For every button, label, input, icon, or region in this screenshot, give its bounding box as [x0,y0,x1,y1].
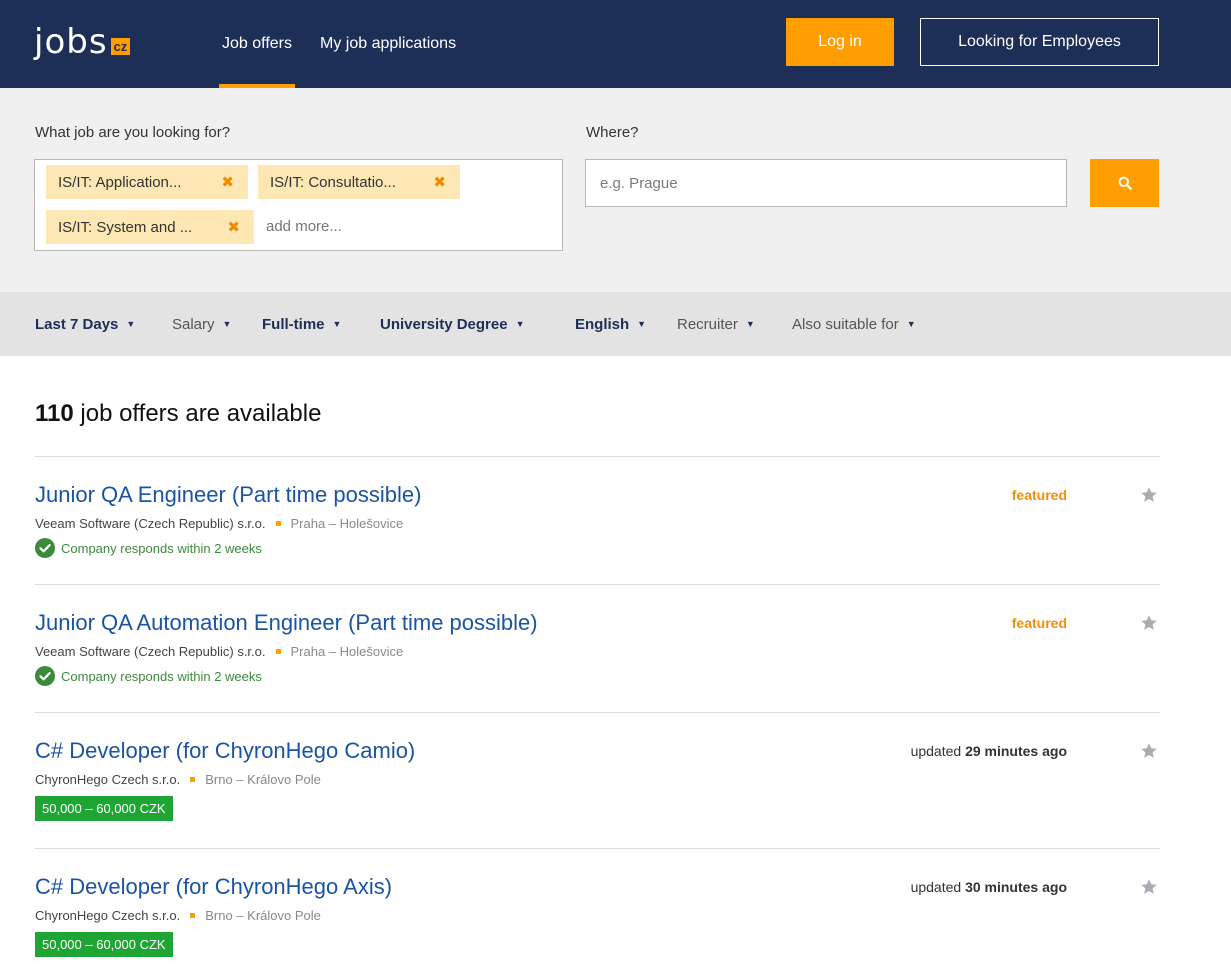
filter-full-time[interactable]: Full-time ▼ [262,292,341,356]
add-more-input[interactable]: add more... [266,218,342,235]
salary-badge: 50,000 – 60,000 CZK [35,796,173,821]
job-listing: C# Developer (for ChyronHego Axis) Chyro… [35,874,1160,974]
caret-down-icon: ▼ [515,319,525,329]
search-icon [1118,176,1132,190]
looking-for-employees-button[interactable]: Looking for Employees [920,18,1159,66]
separator-square-icon [190,913,196,918]
filter-label: Last 7 Days [35,315,119,333]
filter-label: University Degree [380,315,508,333]
job-listing: Junior QA Automation Engineer (Part time… [35,610,1160,710]
separator-square-icon [275,649,281,654]
job-location: Brno – Královo Pole [205,908,321,923]
category-tag-label: IS/IT: System and ... [58,218,193,236]
updated-time: updated 30 minutes ago [911,879,1067,895]
login-button[interactable]: Log in [786,18,894,66]
filter-salary[interactable]: Salary ▼ [172,292,231,356]
top-navigation-bar: jobs cz Job offers My job applications L… [0,0,1231,88]
job-meta: Veeam Software (Czech Republic) s.r.o. P… [35,644,403,659]
job-title-link[interactable]: Junior QA Engineer (Part time possible) [35,482,421,508]
job-location: Praha – Holešovice [290,516,404,531]
search-button[interactable] [1090,159,1159,207]
filter-bar: Last 7 Days ▼ Salary ▼ Full-time ▼ Universi… [0,292,1231,356]
filter-label: Recruiter [677,315,738,333]
filter-also-suitable-for[interactable]: Also suitable for ▼ [792,292,916,356]
nav-job-offers[interactable]: Job offers [219,0,295,88]
caret-down-icon: ▼ [637,319,647,329]
job-meta: ChyronHego Czech s.r.o. Brno – Královo P… [35,772,321,787]
nav-my-job-applications[interactable]: My job applications [320,0,456,88]
job-title-link[interactable]: C# Developer (for ChyronHego Axis) [35,874,392,900]
updated-time: updated 29 minutes ago [911,743,1067,759]
category-tag: IS/IT: System and ... ✖ [46,210,254,244]
company-name: Veeam Software (Czech Republic) s.r.o. [35,516,266,531]
logo-wordmark: jobs [34,22,108,62]
salary-badge: 50,000 – 60,000 CZK [35,932,173,957]
logo-badge: cz [110,37,131,55]
save-star-icon[interactable] [1140,486,1158,504]
save-star-icon[interactable] [1140,742,1158,760]
caret-down-icon: ▼ [332,319,342,329]
company-responds-note: Company responds within 2 weeks [35,538,262,558]
filter-university-degree[interactable]: University Degree ▼ [380,292,524,356]
job-location: Brno – Královo Pole [205,772,321,787]
remove-tag-icon[interactable]: ✖ [433,173,446,191]
results-count-heading: 110 job offers are available [35,400,321,428]
updated-time-value: 29 minutes ago [965,743,1067,759]
job-meta: Veeam Software (Czech Republic) s.r.o. P… [35,516,403,531]
filter-label: Also suitable for [792,315,899,333]
filter-english[interactable]: English ▼ [575,292,646,356]
category-tag-label: IS/IT: Application... [58,173,182,191]
company-name: ChyronHego Czech s.r.o. [35,908,181,923]
what-job-label: What job are you looking for? [35,124,231,141]
category-tag: IS/IT: Application... ✖ [46,165,248,199]
separator-square-icon [190,777,196,782]
remove-tag-icon[interactable]: ✖ [227,218,240,236]
save-star-icon[interactable] [1140,614,1158,632]
location-input[interactable] [585,159,1067,207]
job-meta: ChyronHego Czech s.r.o. Brno – Královo P… [35,908,321,923]
filter-label: English [575,315,630,333]
divider [35,456,1160,457]
updated-prefix: updated [910,743,962,759]
job-location: Praha – Holešovice [290,644,404,659]
company-responds-note: Company responds within 2 weeks [35,666,262,686]
responds-text: Company responds within 2 weeks [61,668,262,684]
caret-down-icon: ▼ [126,319,136,329]
filter-label: Full-time [262,315,325,333]
separator-square-icon [275,521,281,526]
results-count: 110 [35,400,74,427]
filter-label: Salary [172,315,215,333]
category-tag: IS/IT: Consultatio... ✖ [258,165,460,199]
remove-tag-icon[interactable]: ✖ [221,173,234,191]
filter-last-7-days[interactable]: Last 7 Days ▼ [35,292,135,356]
category-tag-label: IS/IT: Consultatio... [270,173,396,191]
company-name: Veeam Software (Czech Republic) s.r.o. [35,644,266,659]
save-star-icon[interactable] [1140,878,1158,896]
check-circle-icon [35,666,55,686]
results-count-suffix: job offers are available [80,400,322,427]
featured-badge: featured [1011,487,1067,503]
caret-down-icon: ▼ [222,319,232,329]
jobs-cz-logo[interactable]: jobs cz [34,22,131,62]
where-label: Where? [586,124,639,141]
filter-recruiter[interactable]: Recruiter ▼ [677,292,755,356]
divider [35,712,1160,713]
updated-prefix: updated [910,879,962,895]
job-category-tag-input[interactable]: IS/IT: Application... ✖ IS/IT: Consultat… [34,159,563,251]
job-title-link[interactable]: Junior QA Automation Engineer (Part time… [35,610,538,636]
caret-down-icon: ▼ [906,319,916,329]
updated-time-value: 30 minutes ago [965,879,1067,895]
divider [35,848,1160,849]
check-circle-icon [35,538,55,558]
job-title-link[interactable]: C# Developer (for ChyronHego Camio) [35,738,415,764]
caret-down-icon: ▼ [745,319,755,329]
job-listing: Junior QA Engineer (Part time possible) … [35,482,1160,582]
search-panel: What job are you looking for? Where? IS/… [0,88,1231,292]
company-name: ChyronHego Czech s.r.o. [35,772,181,787]
featured-badge: featured [1011,615,1067,631]
job-listing: C# Developer (for ChyronHego Camio) Chyr… [35,738,1160,838]
responds-text: Company responds within 2 weeks [61,540,262,556]
divider [35,584,1160,585]
